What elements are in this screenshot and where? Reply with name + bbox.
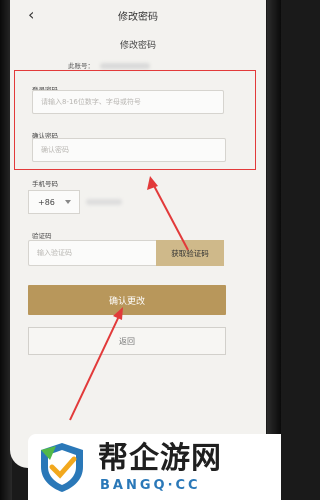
watermark: 帮企游网 BANGQ·CC (28, 434, 281, 500)
confirm-change-button[interactable]: 确认更改 (28, 285, 226, 315)
watermark-title: 帮企游网 (98, 441, 222, 476)
nav-bar: ‹ 修改密码 (10, 0, 266, 32)
get-code-button[interactable]: 获取验证码 (156, 240, 224, 266)
highlight-box (14, 70, 256, 170)
watermark-subtitle: BANGQ·CC (100, 478, 201, 493)
account-value-redacted (100, 63, 150, 69)
phone-bezel-right (267, 0, 281, 500)
code-label: 验证码 (32, 232, 52, 240)
code-placeholder: 输入验证码 (37, 249, 72, 257)
back-button[interactable]: 返回 (28, 327, 226, 355)
account-row: 此账号： (68, 60, 150, 70)
phone-number-redacted (86, 199, 122, 205)
code-input[interactable]: 输入验证码 (28, 240, 158, 266)
account-label: 此账号： (68, 62, 94, 70)
country-code-select[interactable]: +86 (28, 190, 80, 214)
page-title: 修改密码 (118, 12, 158, 23)
phone-label: 手机号码 (32, 180, 58, 188)
caret-down-icon (65, 200, 71, 204)
shield-logo-icon (41, 443, 83, 492)
form-subtitle: 修改密码 (119, 41, 156, 51)
country-code-value: +86 (38, 197, 55, 207)
